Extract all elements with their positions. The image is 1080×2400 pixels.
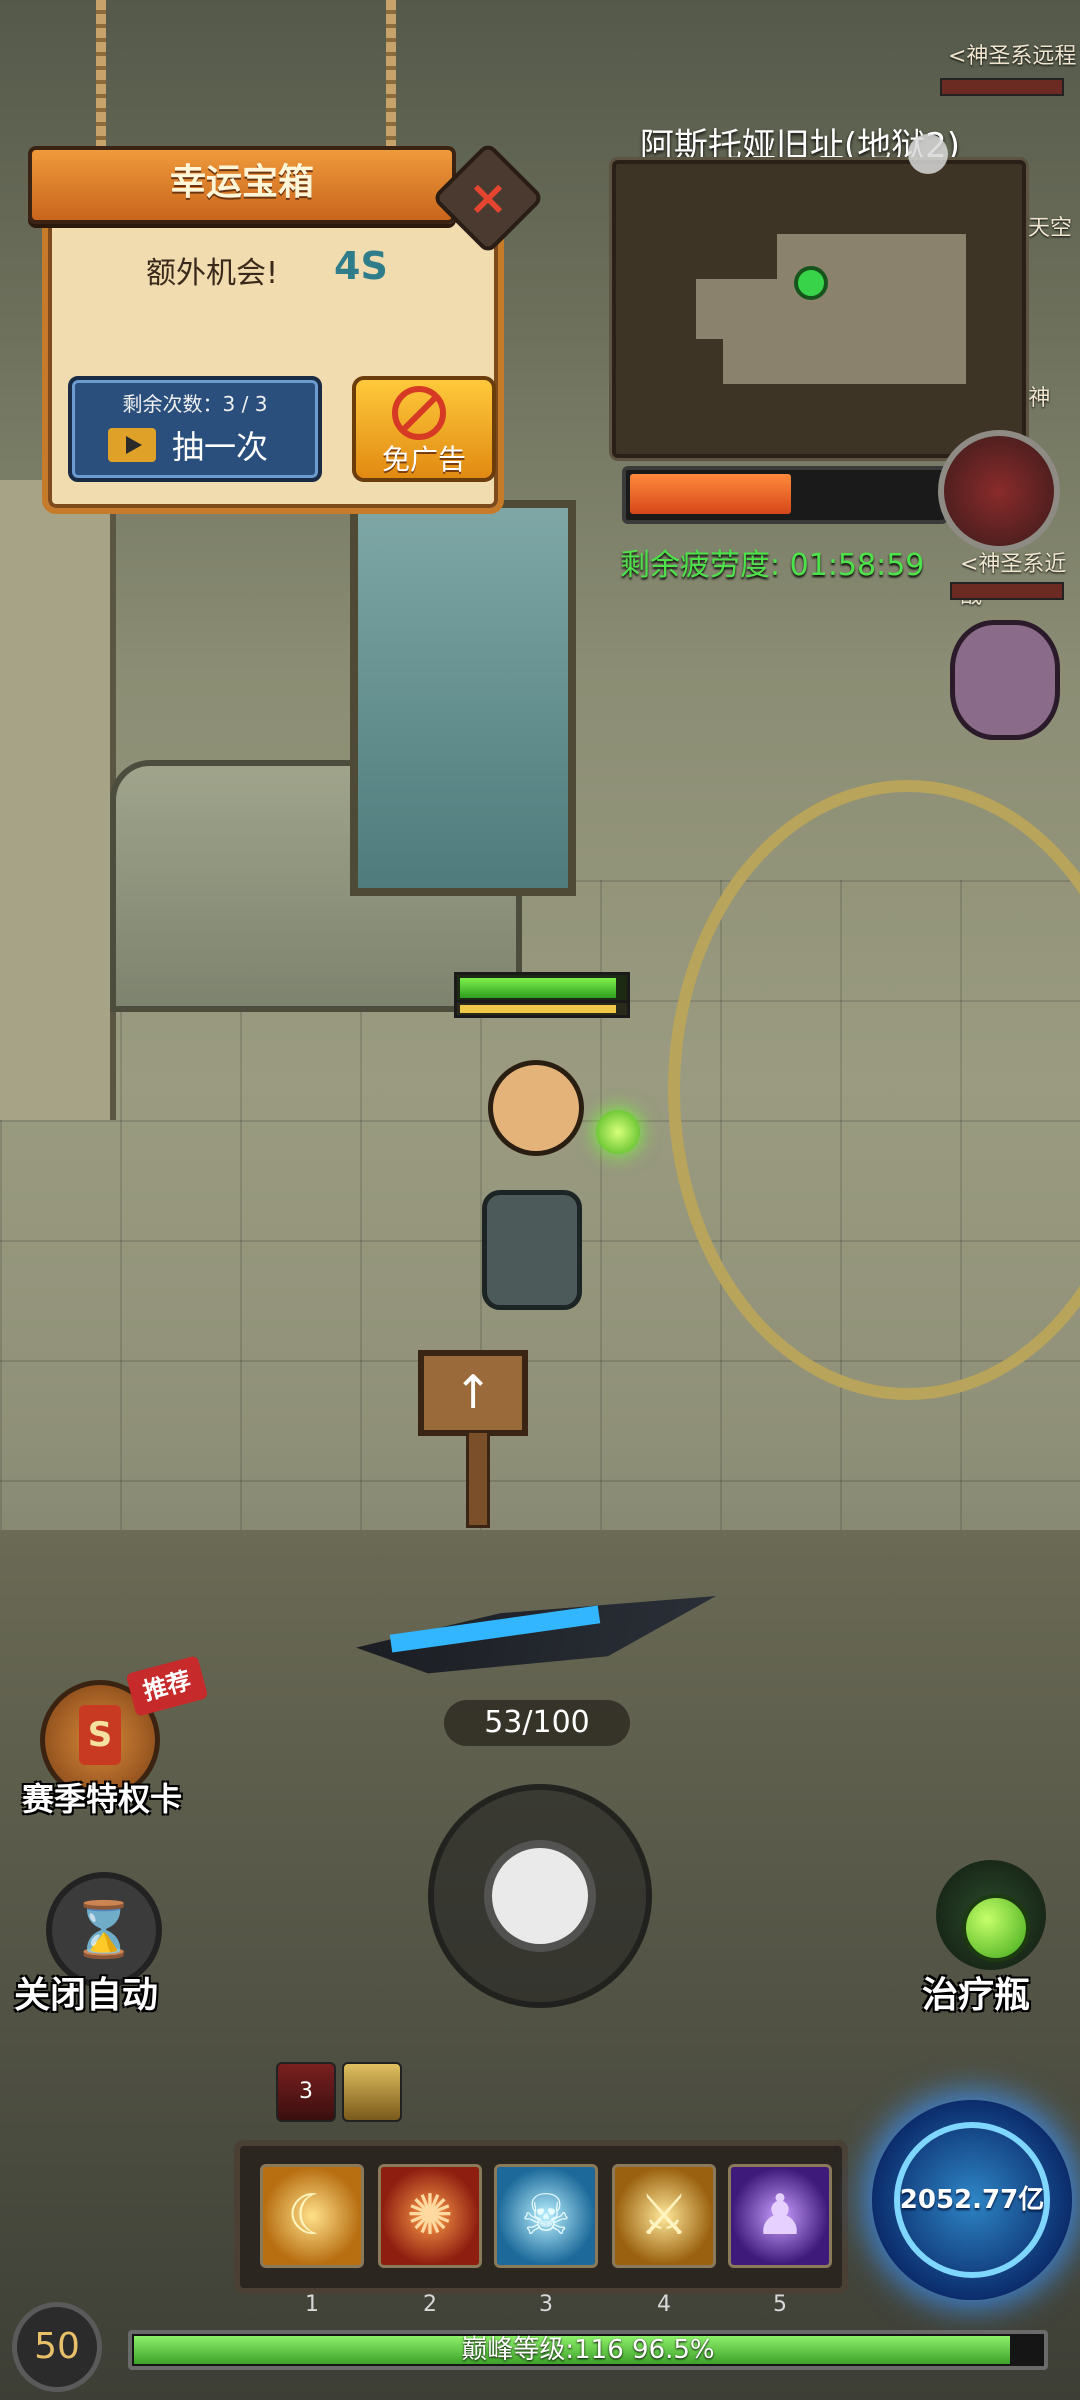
- crossed-blades-icon: ⚔: [638, 2183, 690, 2248]
- fatigue-fill: [630, 474, 791, 514]
- minimap-room-shape: [696, 234, 966, 384]
- peak-level-text: 巅峰等级:116 96.5%: [461, 2335, 715, 2365]
- player-energy-bar: [454, 1000, 630, 1018]
- weapon-progress: 53/100: [444, 1700, 630, 1746]
- potion-label[interactable]: 治疗瓶: [922, 1966, 1030, 2018]
- player-energy-fill: [460, 1005, 616, 1013]
- player-health-fill: [460, 978, 616, 998]
- fatigue-remaining: 剩余疲劳度: 01:58:59: [620, 548, 925, 583]
- player-character: [472, 1040, 592, 1310]
- skill-slot-5[interactable]: ♟: [728, 2164, 832, 2268]
- fire-vortex-icon: ✺: [406, 2183, 454, 2248]
- gold-amount: 2052.77亿: [899, 2185, 1045, 2215]
- minimap[interactable]: [612, 160, 1026, 458]
- buff-crown-icon[interactable]: [342, 2062, 402, 2122]
- draw-button-label: 抽一次: [172, 428, 269, 466]
- signpost-pole: [466, 1430, 490, 1528]
- extra-chance-label: 额外机会!: [146, 256, 279, 291]
- enemy-creature: [950, 620, 1060, 740]
- auto-toggle-label[interactable]: 关闭自动: [14, 1966, 158, 2018]
- gold-orb[interactable]: 2052.77亿: [872, 2100, 1072, 2300]
- minimap-skull-icon: [908, 134, 948, 174]
- slot-number-2: 2: [423, 2292, 437, 2317]
- enemy-health-bar: [940, 78, 1064, 96]
- robot-companion: [482, 1190, 582, 1310]
- draw-once-button[interactable]: 剩余次数：3 / 3 抽一次: [68, 376, 322, 482]
- stained-glass-window: [350, 500, 576, 896]
- no-ad-icon: [392, 386, 446, 440]
- player-head: [488, 1060, 584, 1156]
- green-potion-held: [596, 1110, 640, 1154]
- slot-number-4: 4: [657, 2292, 671, 2317]
- joystick-knob[interactable]: [492, 1848, 588, 1944]
- slot-number-1: 1: [305, 2292, 319, 2317]
- heal-potion-button[interactable]: [936, 1860, 1046, 1970]
- fatigue-bar: [622, 466, 948, 524]
- enemy-tag-ranged: <神圣系远程: [948, 44, 1077, 69]
- peak-level-bar: 巅峰等级:116 96.5%: [128, 2330, 1048, 2370]
- golden-crescent-icon: ☾: [286, 2183, 338, 2248]
- buff-stack-icon[interactable]: 3: [276, 2062, 336, 2122]
- panel-rope-left: [96, 0, 106, 150]
- no-ad-label: 免广告: [381, 443, 466, 476]
- slot-number-5: 5: [773, 2292, 787, 2317]
- signpost: ↑: [418, 1350, 528, 1436]
- slot-number-3: 3: [539, 2292, 553, 2317]
- skill-slot-1[interactable]: ☾: [260, 2164, 364, 2268]
- left-tower: [0, 480, 116, 1120]
- video-ad-icon: [108, 428, 156, 462]
- virtual-joystick[interactable]: [428, 1784, 652, 2008]
- player-level[interactable]: 50: [12, 2302, 102, 2392]
- boss-avatar[interactable]: [938, 430, 1060, 552]
- no-ad-button[interactable]: 免广告: [352, 376, 496, 482]
- panel-title: 幸运宝箱: [169, 162, 314, 203]
- ice-demon-icon: ☠: [520, 2183, 572, 2248]
- skill-slot-2[interactable]: ✺: [378, 2164, 482, 2268]
- season-card-label: 赛季特权卡: [22, 1780, 183, 1818]
- shadow-hood-icon: ♟: [754, 2183, 806, 2248]
- skill-slot-4[interactable]: ⚔: [612, 2164, 716, 2268]
- enemy-tag-melee: <神圣系近战: [960, 552, 1067, 609]
- panel-title-board: 幸运宝箱: [28, 146, 456, 224]
- extra-chance-timer: 4S: [334, 244, 388, 288]
- close-icon: ×: [467, 170, 509, 226]
- player-location-marker: [794, 266, 828, 300]
- draw-remaining-count: 剩余次数：3 / 3: [122, 392, 268, 416]
- skill-slot-3[interactable]: ☠: [494, 2164, 598, 2268]
- enemy-tag-sky: 天空: [1028, 216, 1073, 241]
- buff-stack-count: 3: [299, 2079, 313, 2104]
- enemy-health-bar-2: [950, 582, 1064, 600]
- panel-rope-right: [386, 0, 396, 150]
